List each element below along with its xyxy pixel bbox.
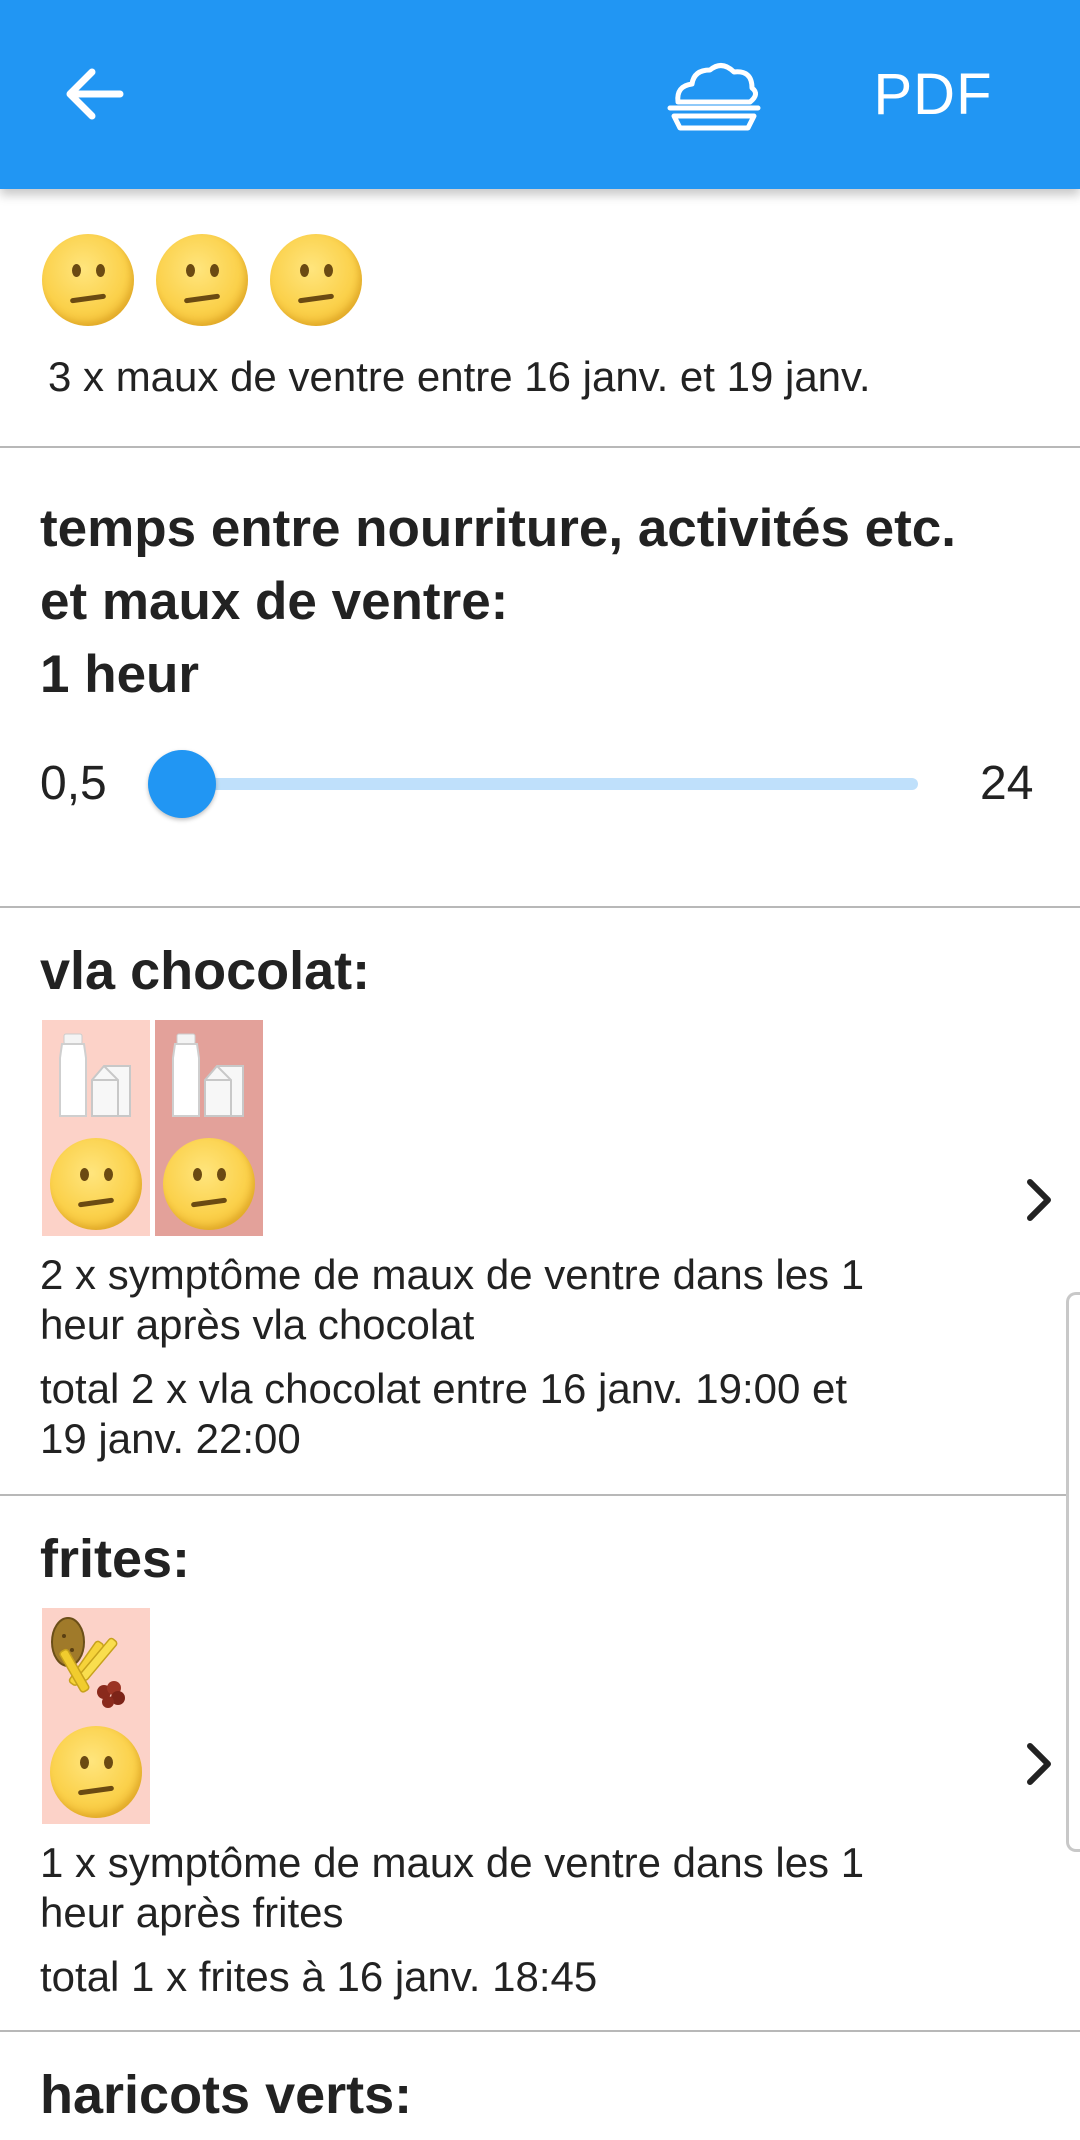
food-total-line: 19 janv. 22:00: [40, 1415, 301, 1462]
food-symptom-line: heur après frites: [40, 1889, 344, 1936]
divider: [0, 906, 1080, 908]
chevron-right-icon[interactable]: [1020, 1740, 1060, 1788]
food-symptom-line: 2 x symptôme de maux de ventre dans les …: [40, 1251, 865, 1298]
milk-carton-icon: [155, 1020, 263, 1128]
divider: [0, 446, 1080, 448]
delay-slider[interactable]: [164, 778, 918, 790]
confused-face-icon: [270, 234, 362, 326]
confused-face-icon: [50, 1138, 142, 1230]
delay-value: 1 heur: [40, 645, 200, 704]
pdf-button[interactable]: PDF: [858, 62, 1008, 128]
slider-thumb[interactable]: [148, 750, 217, 818]
fries-icon: [42, 1608, 150, 1716]
food-tile: [155, 1020, 263, 1236]
arrow-left-icon[interactable]: [62, 66, 126, 122]
app-bar: PDF: [0, 0, 1080, 189]
confused-face-icon: [42, 234, 134, 326]
confused-face-icon: [50, 1726, 142, 1818]
delay-title: temps entre nourriture, activités etc. e…: [40, 492, 1060, 711]
food-title: frites:: [40, 1529, 191, 1589]
confused-face-icon: [156, 234, 248, 326]
summary-text: 3 x maux de ventre entre 16 janv. et 19 …: [48, 353, 871, 400]
food-tile: [42, 1608, 150, 1824]
food-symptom-line: 1 x symptôme de maux de ventre dans les …: [40, 1839, 865, 1886]
slider-min-label: 0,5: [40, 757, 107, 810]
food-title: haricots verts:: [40, 2065, 413, 2125]
food-tile: [42, 1020, 150, 1236]
chevron-right-icon[interactable]: [1020, 1176, 1060, 1224]
divider: [0, 2030, 1080, 2032]
slider-max-label: 24: [980, 757, 1034, 810]
divider: [0, 1494, 1080, 1496]
food-symptom-line: heur après vla chocolat: [40, 1301, 475, 1348]
food-total-line: total 1 x frites à 16 janv. 18:45: [40, 1953, 598, 2000]
delay-title-line: et maux de ventre:: [40, 572, 509, 631]
milk-carton-icon: [42, 1020, 150, 1128]
food-total-line: total 2 x vla chocolat entre 16 janv. 19…: [40, 1365, 848, 1412]
delay-title-line: temps entre nourriture, activités etc.: [40, 499, 957, 558]
confused-face-icon: [163, 1138, 255, 1230]
scrollbar[interactable]: [1066, 1292, 1080, 1852]
food-title: vla chocolat:: [40, 941, 371, 1001]
covered-dish-icon[interactable]: [664, 56, 764, 134]
